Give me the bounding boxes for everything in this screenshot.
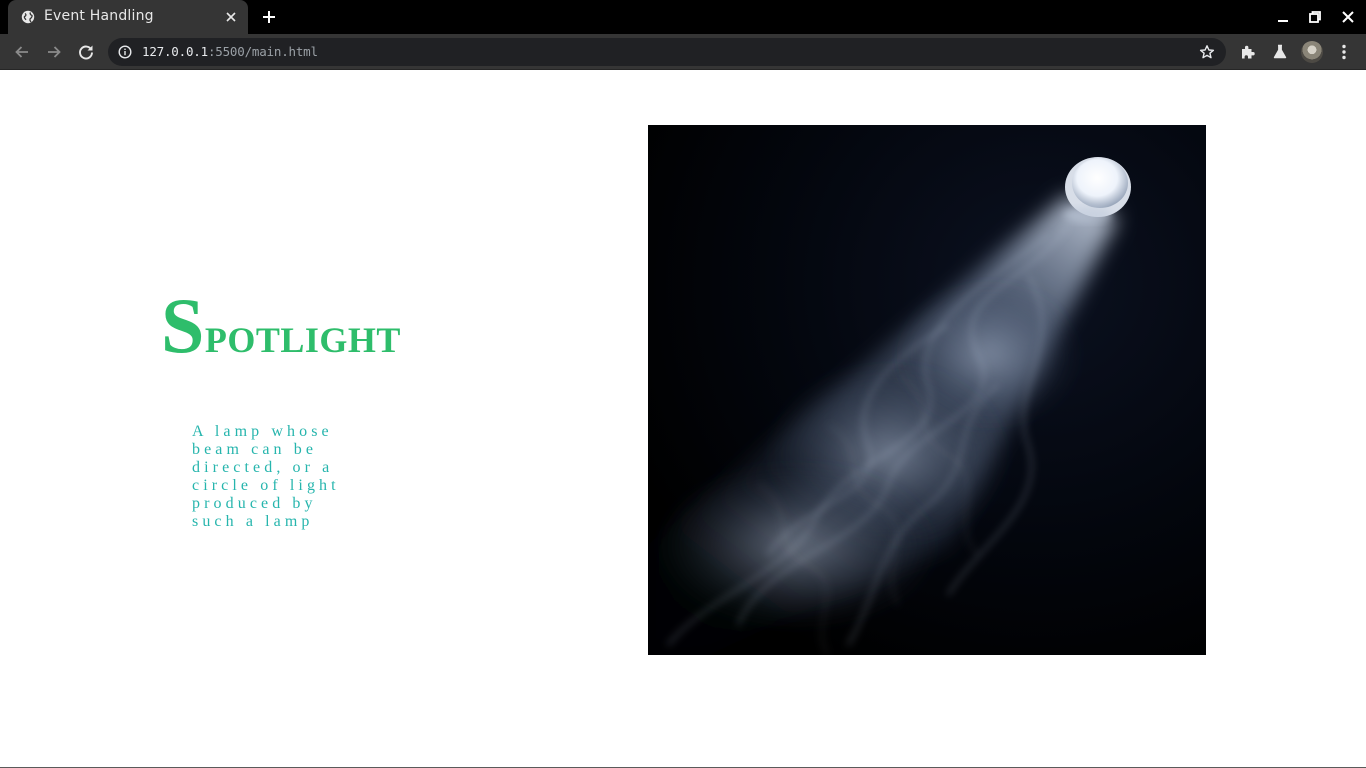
url-path: :5500/main.html (207, 44, 318, 59)
address-bar[interactable]: 127.0.0.1:5500/main.html (108, 38, 1226, 66)
url-text[interactable]: 127.0.0.1:5500/main.html (142, 44, 318, 59)
page-title-initial: S (161, 282, 205, 369)
new-tab-plus-icon[interactable] (261, 9, 277, 25)
tab-strip: Event Handling (0, 0, 1366, 34)
close-window-icon[interactable] (1341, 10, 1355, 24)
spotlight-image (648, 125, 1206, 655)
minimize-icon[interactable] (1276, 10, 1290, 24)
avatar[interactable] (1301, 41, 1323, 63)
page-viewport: Spotlight A lamp whose beam can be direc… (0, 71, 1366, 768)
extensions-puzzle-icon[interactable] (1239, 43, 1257, 61)
browser-tab[interactable]: Event Handling (8, 0, 248, 34)
globe-icon (21, 10, 35, 24)
info-icon[interactable] (118, 45, 132, 59)
url-host: 127.0.0.1 (142, 44, 208, 59)
tab-close-icon[interactable] (224, 10, 238, 24)
page-title: Spotlight (161, 287, 401, 365)
back-arrow-icon[interactable] (13, 43, 31, 61)
reload-icon[interactable] (77, 43, 95, 61)
labs-flask-icon[interactable] (1271, 43, 1289, 61)
page-title-rest: potlight (204, 307, 401, 364)
spotlight-illustration (648, 125, 1206, 655)
description-text: A lamp whose beam can be directed, or a … (192, 423, 340, 530)
tab-title: Event Handling (44, 8, 154, 24)
bookmark-star-icon[interactable] (1199, 44, 1215, 60)
restore-icon[interactable] (1308, 10, 1322, 24)
kebab-menu-icon[interactable] (1337, 43, 1351, 61)
browser-toolbar: 127.0.0.1:5500/main.html (0, 34, 1366, 70)
forward-arrow-icon[interactable] (45, 43, 63, 61)
